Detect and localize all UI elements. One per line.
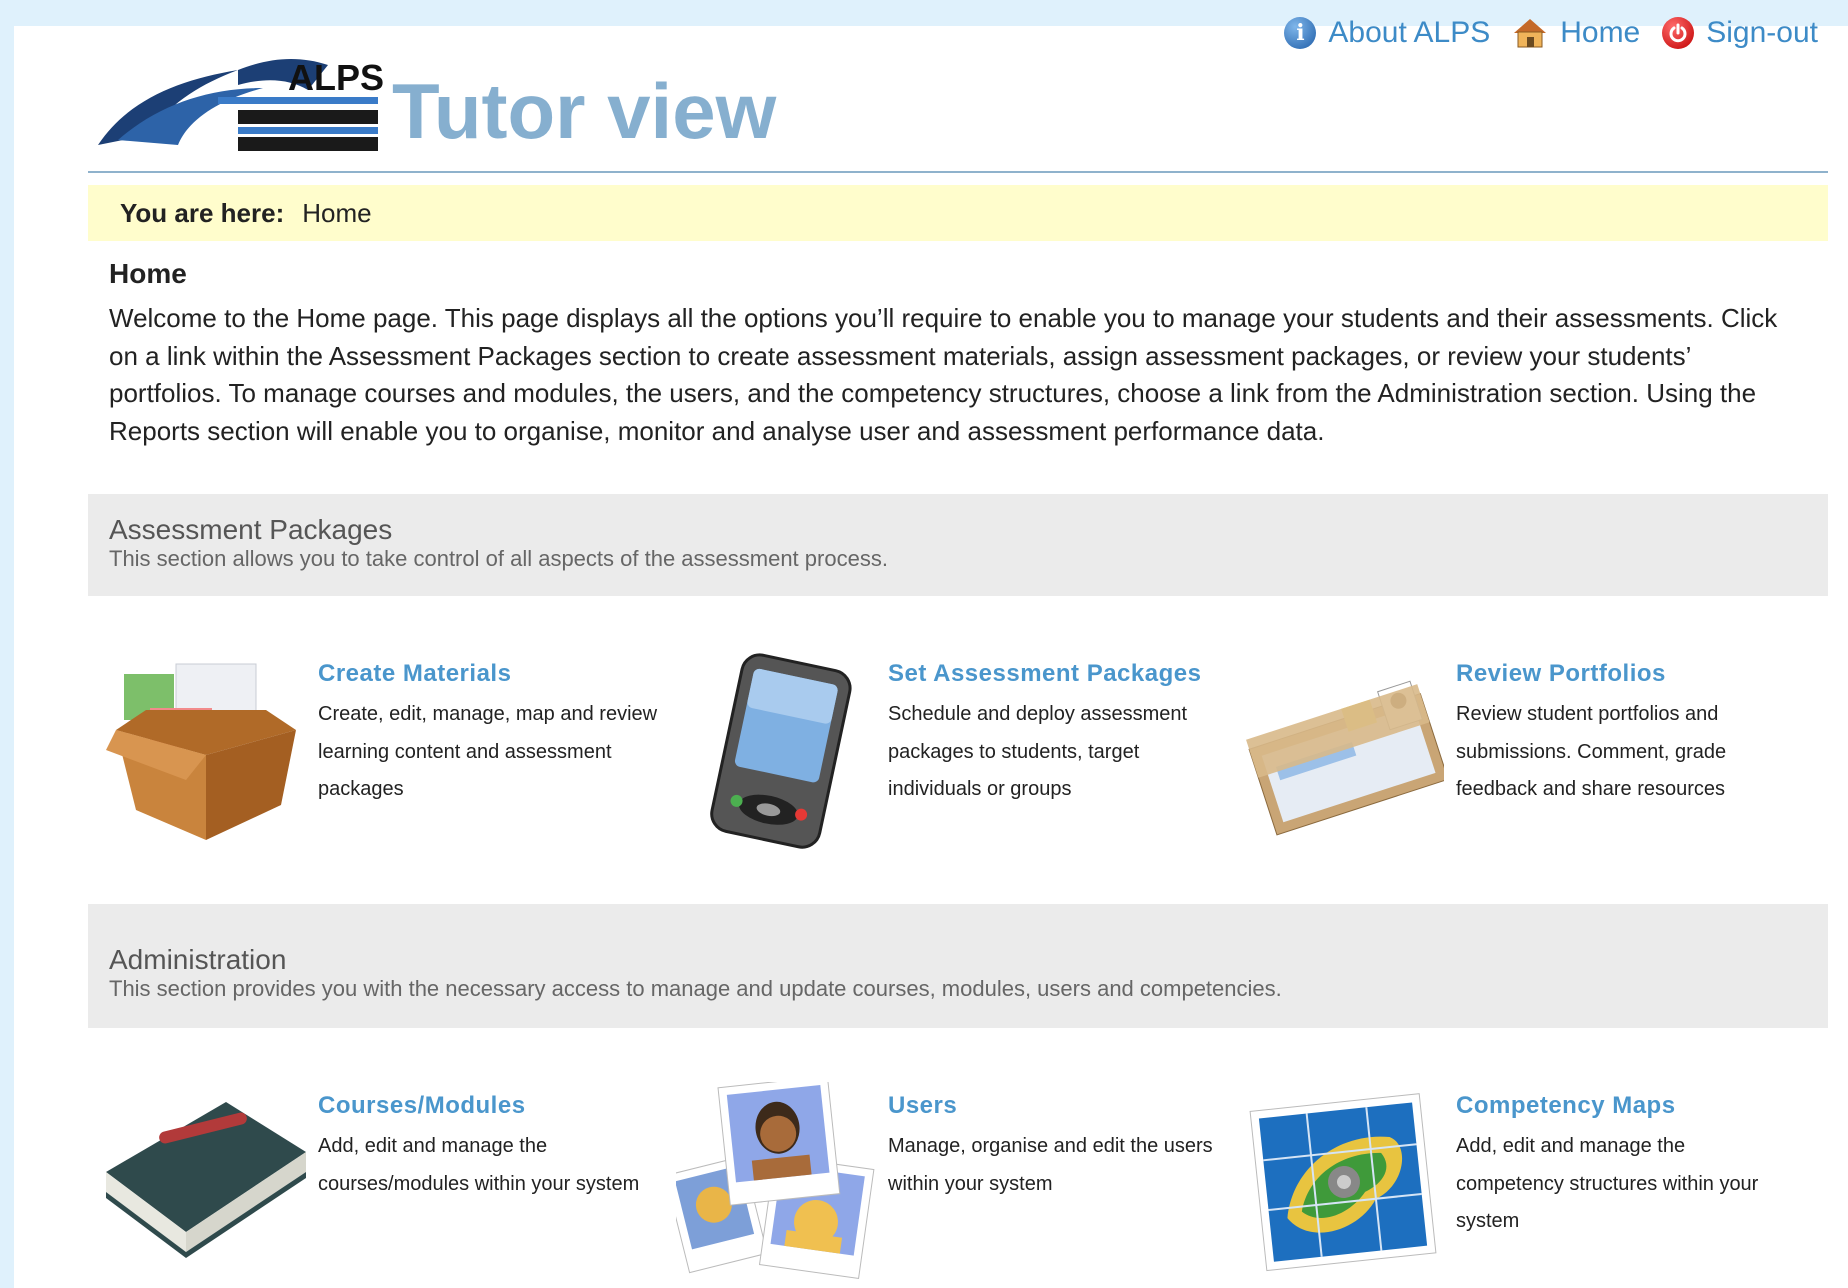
app-title: Tutor view — [392, 67, 777, 155]
courses-modules-link[interactable]: Courses/Modules — [318, 1092, 526, 1120]
tile-description: Schedule and deploy assessment packages … — [888, 703, 1188, 800]
tile-review-portfolios[interactable]: Review Portfolios Review student portfol… — [1244, 650, 1804, 850]
folder-icon — [1246, 680, 1444, 836]
administration-section-header: Administration This section provides you… — [88, 904, 1828, 1028]
map-icon — [1249, 1093, 1437, 1272]
section-title: Assessment Packages — [109, 514, 393, 545]
tile-description: Manage, organise and edit the users with… — [888, 1135, 1213, 1195]
assessment-packages-section-header: Assessment Packages This section allows … — [88, 494, 1828, 596]
top-navigation: i About ALPS Home Sign-out — [1284, 16, 1818, 50]
section-description: This section allows you to take control … — [109, 546, 888, 571]
tile-description: Add, edit and manage the competency stru… — [1456, 1135, 1759, 1232]
info-icon: i — [1284, 17, 1317, 49]
box-icon — [106, 663, 296, 840]
breadcrumb-label: You are here: — [120, 197, 285, 228]
tile-users[interactable]: Users Manage, organise and edit the user… — [676, 1082, 1236, 1282]
users-link[interactable]: Users — [888, 1092, 957, 1120]
breadcrumb: You are here: Home — [88, 185, 1828, 241]
alps-logo: ALPS — [98, 57, 384, 151]
svg-text:ALPS: ALPS — [288, 57, 384, 98]
about-alps-label: About ALPS — [1328, 16, 1491, 49]
page-title: Home — [109, 258, 187, 289]
tile-courses-modules[interactable]: Courses/Modules Add, edit and manage the… — [106, 1082, 666, 1282]
tile-create-materials[interactable]: Create Materials Create, edit, manage, m… — [106, 650, 666, 850]
tile-description: Create, edit, manage, map and review lea… — [318, 703, 658, 800]
users-photos-icon — [676, 1082, 875, 1280]
intro-text: Welcome to the Home page. This page disp… — [109, 303, 1778, 446]
home-icon — [1514, 19, 1547, 48]
header-divider — [88, 171, 1828, 173]
create-materials-link[interactable]: Create Materials — [318, 660, 511, 688]
tile-description: Add, edit and manage the courses/modules… — [318, 1135, 640, 1195]
home-link[interactable]: Home — [1512, 16, 1640, 50]
about-alps-link[interactable]: i About ALPS — [1284, 16, 1490, 50]
tile-competency-maps[interactable]: Competency Maps Add, edit and manage the… — [1244, 1082, 1804, 1282]
section-title: Administration — [109, 944, 287, 975]
review-portfolios-link[interactable]: Review Portfolios — [1456, 660, 1666, 688]
tile-set-assessment-packages[interactable]: Set Assessment Packages Schedule and dep… — [676, 650, 1236, 850]
pda-icon — [710, 653, 852, 849]
section-description: This section provides you with the neces… — [109, 976, 1282, 1001]
breadcrumb-current: Home — [302, 197, 372, 228]
home-label: Home — [1560, 16, 1641, 49]
set-assessment-packages-link[interactable]: Set Assessment Packages — [888, 660, 1201, 688]
sign-out-link[interactable]: Sign-out — [1662, 16, 1818, 50]
power-icon — [1662, 17, 1695, 49]
competency-maps-link[interactable]: Competency Maps — [1456, 1092, 1676, 1120]
book-icon — [106, 1102, 306, 1258]
tile-description: Review student portfolios and submission… — [1456, 703, 1727, 800]
sign-out-label: Sign-out — [1706, 16, 1818, 49]
